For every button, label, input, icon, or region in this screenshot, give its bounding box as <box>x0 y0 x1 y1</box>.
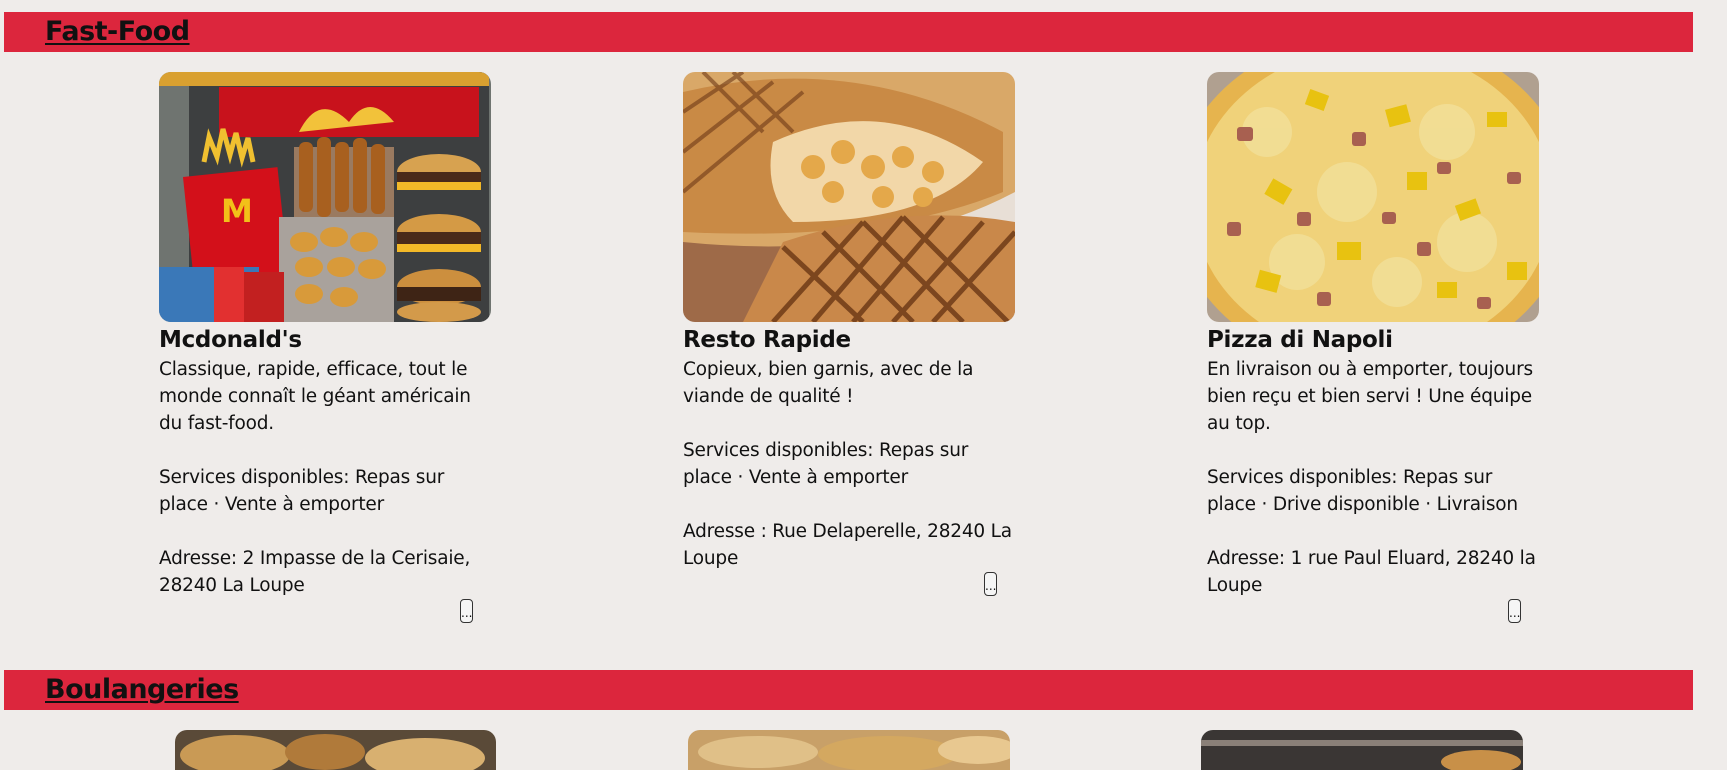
restaurant-address: Adresse: 1 rue Paul Eluard, 28240 la Lou… <box>1207 548 1536 596</box>
bakery-photo <box>688 730 1010 770</box>
more-button[interactable]: ... <box>984 572 997 596</box>
restaurant-description: Copieux, bien garnis, avec de la viande … <box>683 359 974 407</box>
section-title[interactable]: Fast-Food <box>45 16 190 47</box>
restaurant-services: Services disponibles: Repas sur place · … <box>159 467 445 515</box>
restaurant-address: Adresse : Rue Delaperelle, 28240 La Loup… <box>683 521 1012 569</box>
more-button[interactable]: ... <box>1508 599 1521 623</box>
section-header-boulangeries: Boulangeries <box>4 670 1693 710</box>
restaurant-name: Pizza di Napoli <box>1207 327 1393 353</box>
more-button[interactable]: ... <box>460 599 473 623</box>
restaurant-description: En livraison ou à emporter, toujours bie… <box>1207 359 1533 434</box>
restaurant-services: Services disponibles: Repas sur place · … <box>1207 467 1518 515</box>
restaurant-card-mcdonalds: M Mcdonald's Classique, rapide, efficace… <box>159 72 491 632</box>
bakery-photo <box>175 730 496 770</box>
mcdonalds-meal-photo: M <box>159 72 491 322</box>
section-title[interactable]: Boulangeries <box>45 674 239 705</box>
restaurant-card-pizza-di-napoli: Pizza di Napoli En livraison ou à emport… <box>1207 72 1539 632</box>
restaurant-name: Mcdonald's <box>159 327 302 353</box>
restaurant-description: Classique, rapide, efficace, tout le mon… <box>159 359 471 434</box>
restaurant-name: Resto Rapide <box>683 327 851 353</box>
pizza-photo <box>1207 72 1539 322</box>
restaurant-address: Adresse: 2 Impasse de la Cerisaie, 28240… <box>159 548 471 596</box>
svg-text:M: M <box>221 192 253 230</box>
restaurant-card-resto-rapide: Resto Rapide Copieux, bien garnis, avec … <box>683 72 1015 612</box>
panini-wrap-photo <box>683 72 1015 322</box>
section-header-fast-food: Fast-Food <box>4 12 1693 52</box>
bakery-photo <box>1201 730 1523 770</box>
restaurant-services: Services disponibles: Repas sur place · … <box>683 440 969 488</box>
